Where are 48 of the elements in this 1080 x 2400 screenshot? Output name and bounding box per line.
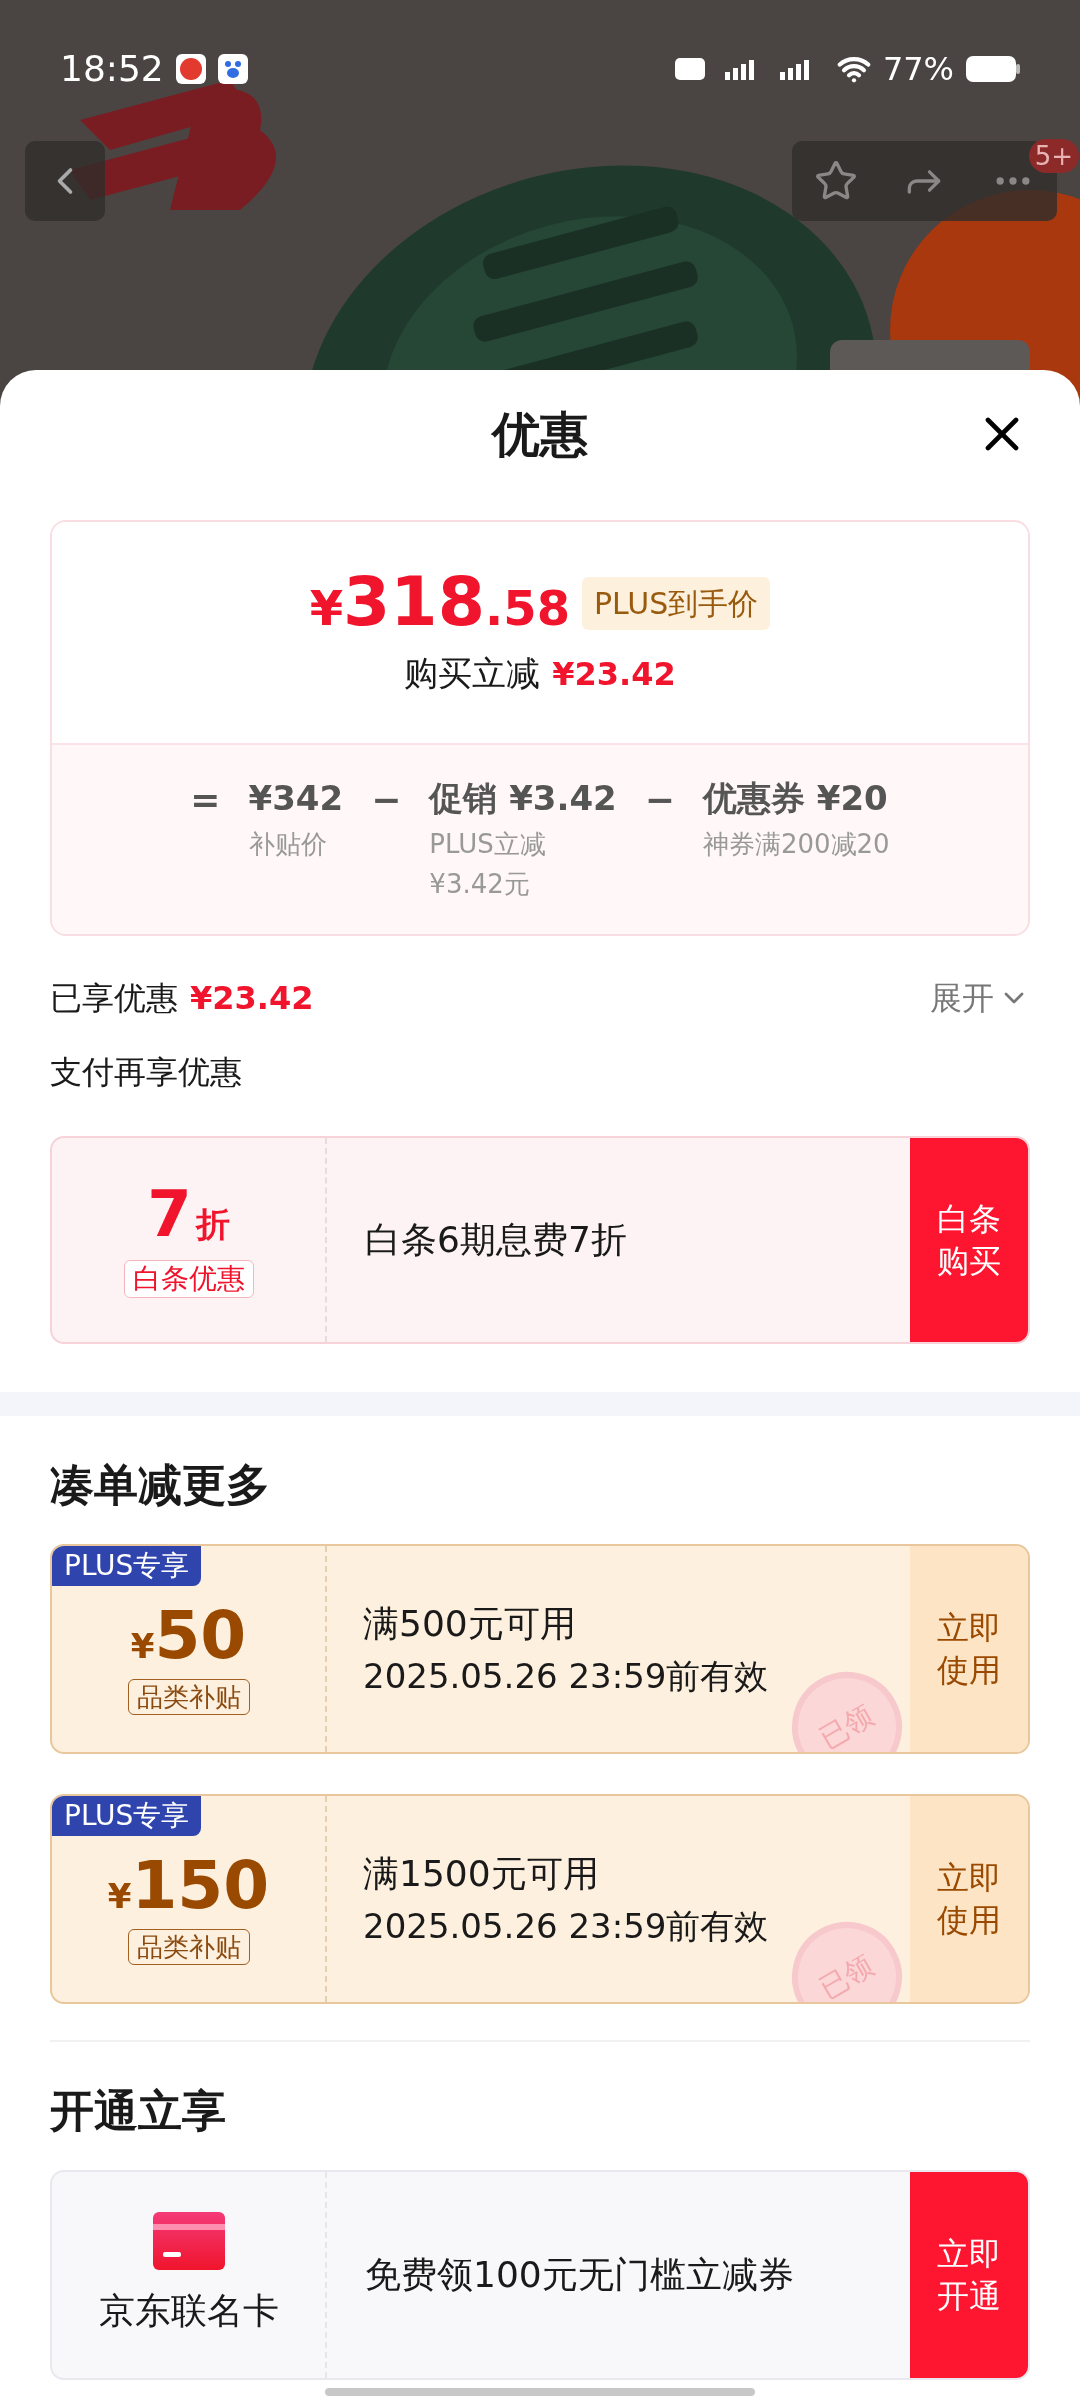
offer-tag: 白条优惠 bbox=[123, 1260, 254, 1298]
reduction-label: 购买立减 bbox=[404, 652, 541, 695]
coupon-amount: ¥150 bbox=[107, 1853, 270, 1919]
section-title: 开通立享 bbox=[50, 2084, 227, 2138]
coupon-condition: 满500元可用 bbox=[363, 1601, 577, 1646]
action-button[interactable]: 立即使用 bbox=[910, 1546, 1028, 1752]
back-button[interactable] bbox=[25, 141, 105, 221]
price: ¥318.58 bbox=[309, 568, 571, 636]
coupon-tag: 品类补贴 bbox=[127, 1929, 250, 1965]
notification-badge: 5+ bbox=[1028, 139, 1079, 173]
action-button[interactable]: 白条购买 bbox=[910, 1138, 1028, 1342]
clock: 18:52 bbox=[60, 47, 164, 91]
breakdown-amount: 优惠券 ¥20 bbox=[702, 777, 889, 820]
app-icon bbox=[175, 54, 206, 84]
paw-icon bbox=[217, 54, 248, 84]
savings-amount: ¥23.42 bbox=[190, 978, 314, 1019]
coupon-condition: 满1500元可用 bbox=[363, 1851, 600, 1896]
breakdown-amount: 促销 ¥3.42 bbox=[429, 777, 617, 820]
card-name: 京东联名卡 bbox=[98, 2289, 279, 2333]
coupon-validity: 2025.05.26 23:59前有效 bbox=[363, 1654, 770, 1698]
breakdown-note: 补贴价 bbox=[248, 828, 328, 861]
section-title: 凑单减更多 bbox=[50, 1458, 271, 1512]
credit-card-icon bbox=[152, 2212, 225, 2270]
breakdown-note: ¥3.42元 bbox=[429, 868, 531, 901]
battery-icon bbox=[966, 56, 1020, 82]
offer-description: 白条6期息费7折 bbox=[365, 1218, 627, 1262]
price-tag: PLUS到手价 bbox=[582, 577, 771, 630]
offer-description: 免费领100元无门槛立减券 bbox=[365, 2253, 794, 2297]
plus-badge: PLUS专享 bbox=[52, 1796, 202, 1836]
section-title: 支付再享优惠 bbox=[50, 1052, 243, 1093]
savings-label: 已享优惠 bbox=[50, 978, 178, 1019]
operator: − bbox=[371, 778, 402, 822]
discount: 7 折 bbox=[147, 1182, 230, 1246]
breakdown-note: PLUS立减 bbox=[429, 828, 547, 861]
reduction-amount: ¥23.42 bbox=[552, 653, 676, 695]
coupon-validity: 2025.05.26 23:59前有效 bbox=[363, 1904, 770, 1948]
action-button[interactable]: 立即使用 bbox=[910, 1796, 1028, 2002]
expand-toggle[interactable]: 展开 bbox=[930, 974, 1030, 1022]
coupon-amount: ¥50 bbox=[130, 1603, 247, 1669]
sheet-title: 优惠 bbox=[492, 405, 588, 464]
coupon-tag: 品类补贴 bbox=[127, 1679, 250, 1715]
plus-badge: PLUS专享 bbox=[52, 1546, 202, 1586]
battery-percentage: 77% bbox=[882, 49, 954, 90]
operator: = bbox=[190, 778, 221, 822]
operator: − bbox=[644, 778, 675, 822]
breakdown-note: 神券满200减20 bbox=[702, 828, 890, 861]
breakdown-amount: ¥342 bbox=[248, 777, 344, 820]
action-button[interactable]: 立即开通 bbox=[910, 2172, 1028, 2378]
